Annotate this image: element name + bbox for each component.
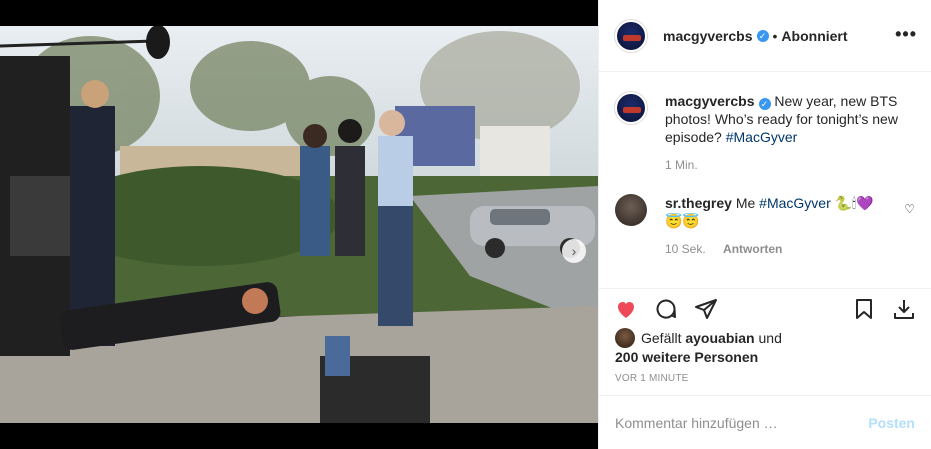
comment-icon <box>656 299 676 318</box>
liker-avatar[interactable] <box>615 328 635 348</box>
reply-button[interactable]: Antworten <box>723 242 782 256</box>
comment-hashtag[interactable]: #MacGyver <box>759 195 831 211</box>
caption-text-block: macgyvercbs ✓ New year, new BTS photos! W… <box>665 92 905 146</box>
commenter-avatar[interactable] <box>615 194 647 226</box>
comment-emojis-1: 🐍🕯💜 <box>834 195 874 211</box>
verified-badge-icon: ✓ <box>756 29 769 42</box>
author-username[interactable]: macgyvercbs <box>663 28 753 44</box>
save-button[interactable] <box>851 296 877 322</box>
post-comment-button[interactable]: Posten <box>868 415 915 431</box>
more-horizontal-icon[interactable]: ••• <box>895 24 917 45</box>
caption-time[interactable]: 1 Min. <box>665 158 698 172</box>
follow-status-button[interactable]: Abonniert <box>781 28 847 44</box>
post-media: › <box>0 0 598 449</box>
likes-and: und <box>758 330 782 346</box>
comment-input[interactable] <box>615 414 869 431</box>
likes-prefix: Gefällt <box>641 330 682 346</box>
photo-scene <box>0 26 598 423</box>
verified-badge-icon: ✓ <box>758 98 771 110</box>
caption-avatar[interactable] <box>615 92 647 124</box>
post-details-panel: macgyvercbs ✓ • Abonniert ••• macgyvercb… <box>598 0 931 449</box>
post-photo[interactable]: › <box>0 26 598 423</box>
comment-text-block: sr.thegrey Me #MacGyver 🐍🕯💜 😇😇 <box>665 194 905 230</box>
comment-emojis-2: 😇😇 <box>665 213 700 229</box>
comment-row: sr.thegrey Me #MacGyver 🐍🕯💜 😇😇 ♡ <box>615 194 915 230</box>
liker-username[interactable]: ayouabian <box>685 330 754 346</box>
caption-hashtag[interactable]: #MacGyver <box>726 129 798 145</box>
comment-like-heart-icon[interactable]: ♡ <box>904 202 915 216</box>
share-button[interactable] <box>693 296 719 322</box>
caption-meta: 1 Min. <box>665 158 915 172</box>
comment-time[interactable]: 10 Sek. <box>665 242 706 256</box>
likes-others-link[interactable]: 200 weitere Personen <box>615 349 758 365</box>
separator-dot: • <box>772 27 778 44</box>
commenter-username[interactable]: sr.thegrey <box>665 195 732 211</box>
add-comment-bar: Posten <box>599 395 931 449</box>
caption-username[interactable]: macgyvercbs <box>665 93 755 109</box>
likes-summary: Gefällt ayouabian und 200 weitere Person… <box>615 328 915 366</box>
download-button[interactable] <box>891 296 917 322</box>
chevron-right-icon: › <box>571 243 577 259</box>
caption: macgyvercbs ✓ New year, new BTS photos! W… <box>615 92 915 146</box>
action-bar <box>599 288 931 328</box>
carousel-next-button[interactable]: › <box>562 239 586 263</box>
like-button[interactable] <box>613 296 639 322</box>
bookmark-icon <box>856 298 872 319</box>
send-icon <box>695 298 717 319</box>
comments-section: macgyvercbs ✓ New year, new BTS photos! W… <box>599 72 931 288</box>
author-avatar[interactable] <box>615 19 647 52</box>
comment-meta: 10 Sek. Antworten <box>665 242 915 256</box>
comment-button[interactable] <box>653 296 679 322</box>
post-timestamp[interactable]: VOR 1 MINUTE <box>615 373 689 384</box>
comment-text: Me <box>735 195 756 211</box>
post-header: macgyvercbs ✓ • Abonniert ••• <box>599 0 931 72</box>
download-icon <box>894 299 914 319</box>
heart-filled-icon <box>618 301 634 318</box>
